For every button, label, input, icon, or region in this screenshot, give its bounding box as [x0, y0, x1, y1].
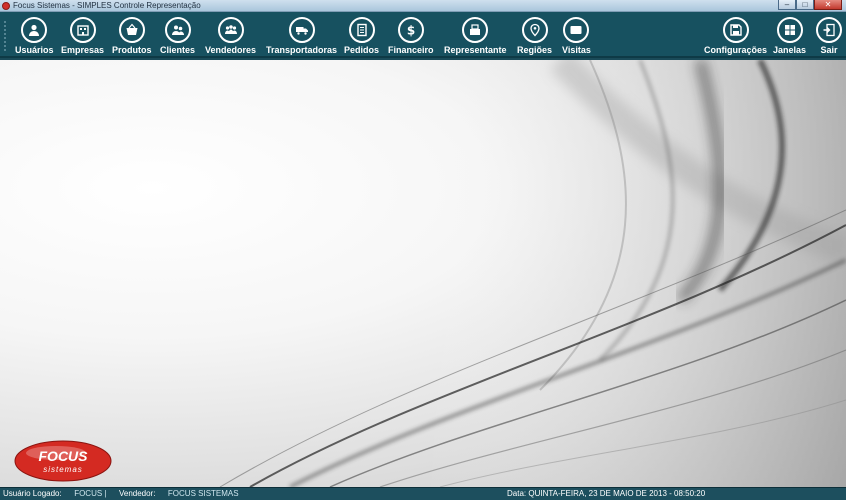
seller-label: Vendedor:	[118, 489, 156, 498]
toolbar-label: Pedidos	[344, 45, 380, 55]
dollar-icon: $	[397, 17, 424, 43]
toolbar-label: Regiões	[517, 45, 553, 55]
toolbar-label: Sair	[820, 45, 838, 55]
toolbar-item-vendedores[interactable]: Vendedores	[205, 17, 256, 56]
building-icon	[69, 17, 96, 43]
toolbar-item-pedidos[interactable]: Pedidos	[344, 17, 379, 56]
status-date: Data: QUINTA-FEIRA, 23 DE MAIO DE 2013 -…	[507, 489, 706, 498]
toolbar-item-empresas[interactable]: Empresas	[61, 17, 104, 56]
map-pin-icon	[521, 17, 548, 43]
toolbar-label: Transportadoras	[266, 45, 338, 55]
card-icon	[563, 17, 590, 43]
main-toolbar: Usuários Empresas Produtos Clientes Vend…	[0, 12, 846, 58]
windows-icon	[776, 17, 803, 43]
toolbar-item-janelas[interactable]: Janelas	[773, 17, 806, 56]
toolbar-label: Empresas	[61, 45, 105, 55]
toolbar-label: Visitas	[562, 45, 591, 55]
toolbar-item-representante[interactable]: Representante	[444, 17, 507, 56]
toolbar-label: Janelas	[773, 45, 807, 55]
toolbar-label: Financeiro	[388, 45, 434, 55]
toolbar-item-visitas[interactable]: Visitas	[562, 17, 591, 56]
status-user-info: Usuário Logado: FOCUS | Vendedor: FOCUS …	[3, 488, 239, 500]
app-icon	[2, 2, 10, 10]
toolbar-item-usuarios[interactable]: Usuários	[15, 17, 54, 56]
register-icon	[462, 17, 489, 43]
truck-icon	[288, 17, 315, 43]
toolbar-label: Usuários	[15, 45, 54, 55]
maximize-button[interactable]: □	[796, 0, 814, 10]
seller-value: FOCUS SISTEMAS	[167, 489, 239, 498]
toolbar-item-financeiro[interactable]: $ Financeiro	[388, 17, 434, 56]
basket-icon	[118, 17, 145, 43]
people-icon	[164, 17, 191, 43]
svg-text:FOCUS: FOCUS	[39, 448, 89, 464]
save-icon	[722, 17, 749, 43]
toolbar-label: Vendedores	[205, 45, 257, 55]
group-icon	[217, 17, 244, 43]
close-button[interactable]: ✕	[814, 0, 842, 10]
document-icon	[348, 17, 375, 43]
toolbar-label: Clientes	[160, 45, 196, 55]
toolbar-item-clientes[interactable]: Clientes	[160, 17, 195, 56]
window-title: Focus Sistemas - SIMPLES Controle Repres…	[13, 1, 201, 10]
logged-user-value: FOCUS |	[74, 489, 107, 498]
logged-user-label: Usuário Logado:	[3, 489, 62, 498]
exit-icon	[816, 17, 842, 43]
user-icon	[21, 17, 48, 43]
window-controls: – □ ✕	[778, 0, 842, 11]
toolbar-label: Produtos	[112, 45, 152, 55]
toolbar-label: Configurações	[704, 45, 768, 55]
title-bar: Focus Sistemas - SIMPLES Controle Repres…	[0, 0, 846, 12]
focus-sistemas-logo: FOCUS sistemas	[14, 440, 112, 482]
toolbar-item-configuracoes[interactable]: Configurações	[704, 17, 767, 56]
toolbar-item-produtos[interactable]: Produtos	[112, 17, 152, 56]
desktop-background: FOCUS sistemas	[0, 60, 846, 487]
toolbar-label: Representante	[444, 45, 507, 55]
toolbar-item-regioes[interactable]: Regiões	[517, 17, 552, 56]
svg-text:$: $	[407, 24, 415, 38]
toolbar-item-sair[interactable]: Sair	[816, 17, 842, 56]
minimize-button[interactable]: –	[778, 0, 796, 10]
svg-text:sistemas: sistemas	[43, 465, 83, 474]
toolbar-item-transportadoras[interactable]: Transportadoras	[266, 17, 337, 56]
toolbar-grip[interactable]	[4, 20, 6, 52]
background-wave-graphic	[219, 60, 846, 487]
status-bar: Usuário Logado: FOCUS | Vendedor: FOCUS …	[0, 487, 846, 500]
